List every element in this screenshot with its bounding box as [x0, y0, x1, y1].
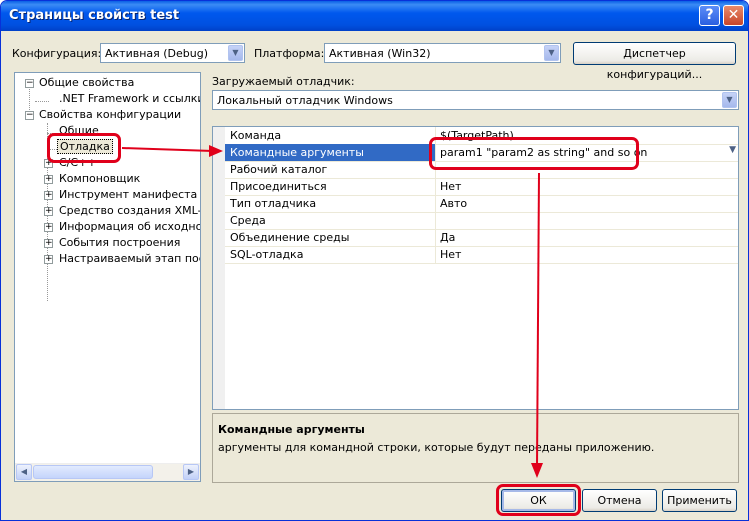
annotation-arrow-down [536, 172, 540, 468]
annotation-arrowhead-down [531, 463, 543, 478]
annotation-arrows [121, 145, 543, 478]
property-pages-window: Страницы свойств test ? ✕ Конфигурация: … [0, 0, 749, 521]
annotation-arrowhead-right [209, 145, 223, 157]
annotation-arrow-right [121, 147, 214, 152]
